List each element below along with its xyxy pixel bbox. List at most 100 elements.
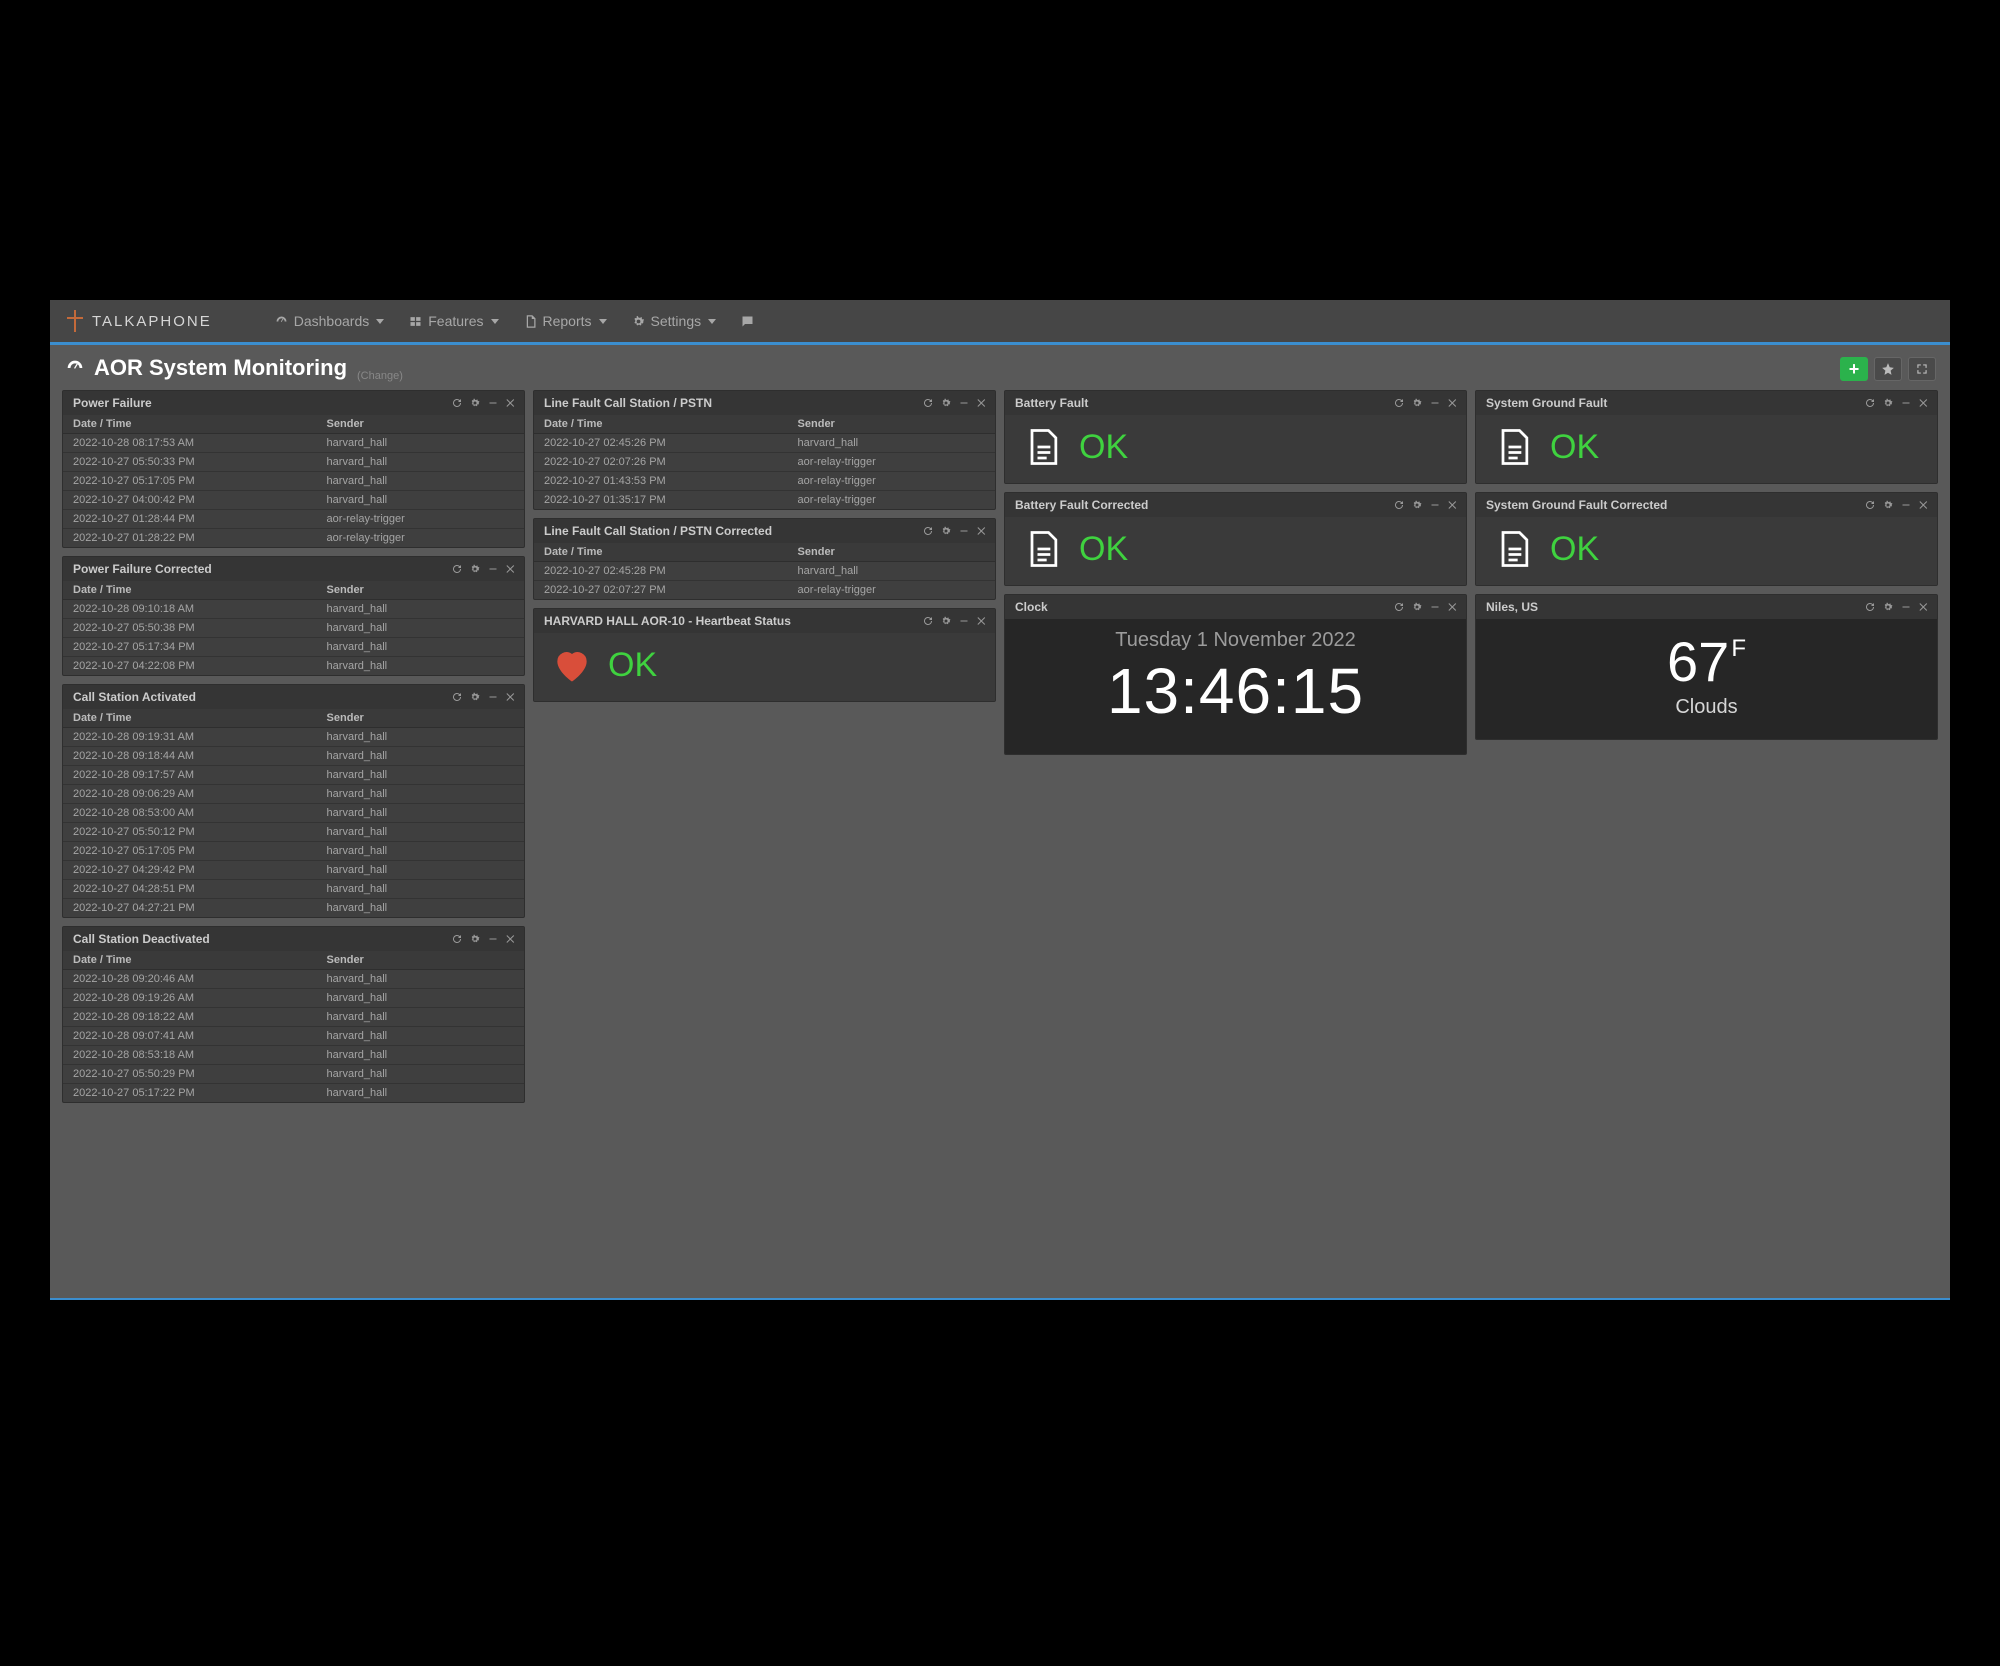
cell-date-time: 2022-10-27 04:29:42 PM: [63, 861, 317, 880]
minimize-icon[interactable]: [486, 396, 500, 410]
table-row: 2022-10-28 08:53:18 AMharvard_hall: [63, 1046, 524, 1065]
cell-date-time: 2022-10-28 09:18:22 AM: [63, 1008, 317, 1027]
page-titlebar: AOR System Monitoring (Change) +: [50, 345, 1950, 390]
top-navbar: TALKAPHONE Dashboards Features Reports S…: [50, 300, 1950, 345]
dashboard-column-3: Battery Fault OK Battery Fault Corrected: [1004, 390, 1467, 755]
refresh-icon[interactable]: [1392, 396, 1406, 410]
gear-icon[interactable]: [939, 614, 953, 628]
close-icon[interactable]: [504, 562, 518, 576]
panel-header: Power Failure: [63, 391, 524, 415]
minimize-icon[interactable]: [1428, 498, 1442, 512]
minimize-icon[interactable]: [486, 932, 500, 946]
dashboard-column-2: Line Fault Call Station / PSTN Date / Ti…: [533, 390, 996, 702]
close-icon[interactable]: [1446, 396, 1460, 410]
document-icon: [1021, 425, 1065, 469]
panel-title: System Ground Fault Corrected: [1486, 498, 1667, 512]
minimize-icon[interactable]: [1428, 600, 1442, 614]
change-link[interactable]: (Change): [357, 370, 403, 382]
nav-reports[interactable]: Reports: [511, 299, 619, 344]
cell-date-time: 2022-10-28 09:06:29 AM: [63, 785, 317, 804]
table-row: 2022-10-28 09:17:57 AMharvard_hall: [63, 766, 524, 785]
column-sender: Sender: [788, 543, 995, 562]
refresh-icon[interactable]: [921, 396, 935, 410]
cell-sender: harvard_hall: [317, 989, 524, 1008]
cell-date-time: 2022-10-28 08:53:18 AM: [63, 1046, 317, 1065]
add-widget-button[interactable]: +: [1840, 357, 1868, 381]
minimize-icon[interactable]: [486, 562, 500, 576]
refresh-icon[interactable]: [1863, 396, 1877, 410]
minimize-icon[interactable]: [957, 396, 971, 410]
gear-icon[interactable]: [1881, 498, 1895, 512]
refresh-icon[interactable]: [1392, 600, 1406, 614]
brand-logo[interactable]: TALKAPHONE: [64, 308, 212, 334]
gear-icon[interactable]: [1410, 498, 1424, 512]
favorite-button[interactable]: [1874, 357, 1902, 381]
close-icon[interactable]: [1917, 396, 1931, 410]
nav-dashboards[interactable]: Dashboards: [262, 299, 397, 344]
minimize-icon[interactable]: [957, 524, 971, 538]
close-icon[interactable]: [504, 690, 518, 704]
refresh-icon[interactable]: [921, 524, 935, 538]
gear-icon[interactable]: [1410, 396, 1424, 410]
minimize-icon[interactable]: [486, 690, 500, 704]
close-icon[interactable]: [975, 614, 989, 628]
gear-icon[interactable]: [939, 524, 953, 538]
minimize-icon[interactable]: [957, 614, 971, 628]
panel-system-ground-fault: System Ground Fault OK: [1475, 390, 1938, 484]
refresh-icon[interactable]: [1392, 498, 1406, 512]
close-icon[interactable]: [504, 932, 518, 946]
panel-body: Date / Time Sender 2022-10-28 08:17:53 A…: [63, 415, 524, 547]
table-row: 2022-10-28 09:20:46 AMharvard_hall: [63, 970, 524, 989]
close-icon[interactable]: [504, 396, 518, 410]
panel-header: HARVARD HALL AOR-10 - Heartbeat Status: [534, 609, 995, 633]
refresh-icon[interactable]: [450, 562, 464, 576]
nav-settings[interactable]: Settings: [619, 299, 729, 344]
table-row: 2022-10-28 08:53:00 AMharvard_hall: [63, 804, 524, 823]
cell-sender: harvard_hall: [317, 1027, 524, 1046]
refresh-icon[interactable]: [1863, 498, 1877, 512]
minimize-icon[interactable]: [1899, 498, 1913, 512]
fullscreen-button[interactable]: [1908, 357, 1936, 381]
table-row: 2022-10-27 05:50:12 PMharvard_hall: [63, 823, 524, 842]
table-row: 2022-10-27 05:50:38 PMharvard_hall: [63, 619, 524, 638]
gear-icon[interactable]: [939, 396, 953, 410]
close-icon[interactable]: [1917, 600, 1931, 614]
refresh-icon[interactable]: [921, 614, 935, 628]
cell-sender: aor-relay-trigger: [317, 510, 524, 529]
refresh-icon[interactable]: [450, 396, 464, 410]
minimize-icon[interactable]: [1899, 396, 1913, 410]
nav-features[interactable]: Features: [396, 299, 510, 344]
chevron-down-icon: [376, 319, 384, 324]
document-icon: [1021, 527, 1065, 571]
close-icon[interactable]: [975, 396, 989, 410]
table-row: 2022-10-27 01:28:44 PMaor-relay-trigger: [63, 510, 524, 529]
gear-icon[interactable]: [1881, 396, 1895, 410]
gear-icon[interactable]: [1881, 600, 1895, 614]
table-row: 2022-10-27 02:07:26 PMaor-relay-trigger: [534, 453, 995, 472]
gear-icon[interactable]: [1410, 600, 1424, 614]
app-window: TALKAPHONE Dashboards Features Reports S…: [50, 300, 1950, 1300]
gear-icon[interactable]: [468, 690, 482, 704]
panel-title: Call Station Deactivated: [73, 932, 210, 946]
minimize-icon[interactable]: [1899, 600, 1913, 614]
cell-date-time: 2022-10-27 02:07:27 PM: [534, 581, 788, 600]
refresh-icon[interactable]: [450, 690, 464, 704]
star-icon: [1881, 362, 1895, 376]
gear-icon[interactable]: [468, 562, 482, 576]
minimize-icon[interactable]: [1428, 396, 1442, 410]
close-icon[interactable]: [1917, 498, 1931, 512]
panel-power-failure: Power Failure Date / Time Sender: [62, 390, 525, 548]
gear-icon[interactable]: [468, 396, 482, 410]
weather-temp: 67 F: [1667, 629, 1746, 694]
refresh-icon[interactable]: [450, 932, 464, 946]
column-date-time: Date / Time: [534, 415, 788, 434]
close-icon[interactable]: [975, 524, 989, 538]
nav-chat[interactable]: [728, 299, 767, 344]
cell-date-time: 2022-10-27 05:17:05 PM: [63, 472, 317, 491]
data-table: Date / Time Sender 2022-10-28 09:10:18 A…: [63, 581, 524, 675]
panel-actions: [1863, 600, 1931, 614]
refresh-icon[interactable]: [1863, 600, 1877, 614]
close-icon[interactable]: [1446, 600, 1460, 614]
close-icon[interactable]: [1446, 498, 1460, 512]
gear-icon[interactable]: [468, 932, 482, 946]
